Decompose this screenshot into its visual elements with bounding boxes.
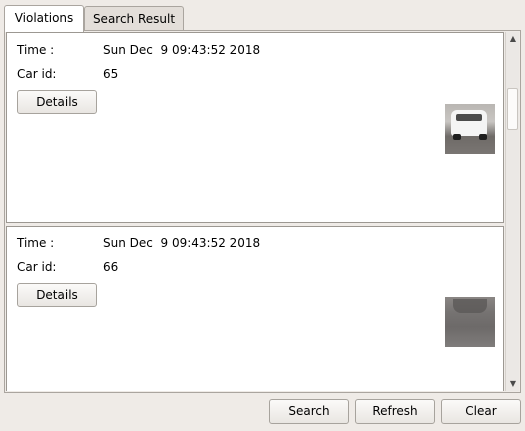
car-id-value: 66: [103, 260, 119, 274]
car-image: [453, 299, 487, 313]
vertical-scrollbar[interactable]: ▲ ▼: [505, 32, 519, 391]
car-thumbnail: [445, 104, 495, 154]
car-id-label: Car id:: [17, 67, 57, 81]
arrow-up-icon[interactable]: ▲: [506, 32, 520, 46]
clear-button[interactable]: Clear: [441, 399, 521, 424]
violations-pane: Time : Sun Dec 9 09:43:52 2018 Car id: 6…: [4, 30, 521, 393]
time-label: Time :: [17, 236, 55, 250]
car-thumbnail: [445, 297, 495, 347]
violations-list: Time : Sun Dec 9 09:43:52 2018 Car id: 6…: [6, 32, 504, 391]
tab-search-result[interactable]: Search Result: [84, 6, 184, 30]
violation-card: Time : Sun Dec 9 09:43:52 2018 Car id: 6…: [6, 226, 504, 391]
tab-violations[interactable]: Violations: [4, 5, 84, 32]
details-button[interactable]: Details: [17, 283, 97, 307]
violation-card: Time : Sun Dec 9 09:43:52 2018 Car id: 6…: [6, 32, 504, 223]
arrow-down-icon[interactable]: ▼: [506, 377, 520, 391]
scrollbar-thumb[interactable]: [507, 88, 518, 130]
car-image: [451, 110, 487, 140]
car-id-value: 65: [103, 67, 119, 81]
details-button[interactable]: Details: [17, 90, 97, 114]
time-value: Sun Dec 9 09:43:52 2018: [103, 43, 261, 57]
search-button[interactable]: Search: [269, 399, 349, 424]
refresh-button[interactable]: Refresh: [355, 399, 435, 424]
car-id-label: Car id:: [17, 260, 57, 274]
time-value: Sun Dec 9 09:43:52 2018: [103, 236, 261, 250]
time-label: Time :: [17, 43, 55, 57]
